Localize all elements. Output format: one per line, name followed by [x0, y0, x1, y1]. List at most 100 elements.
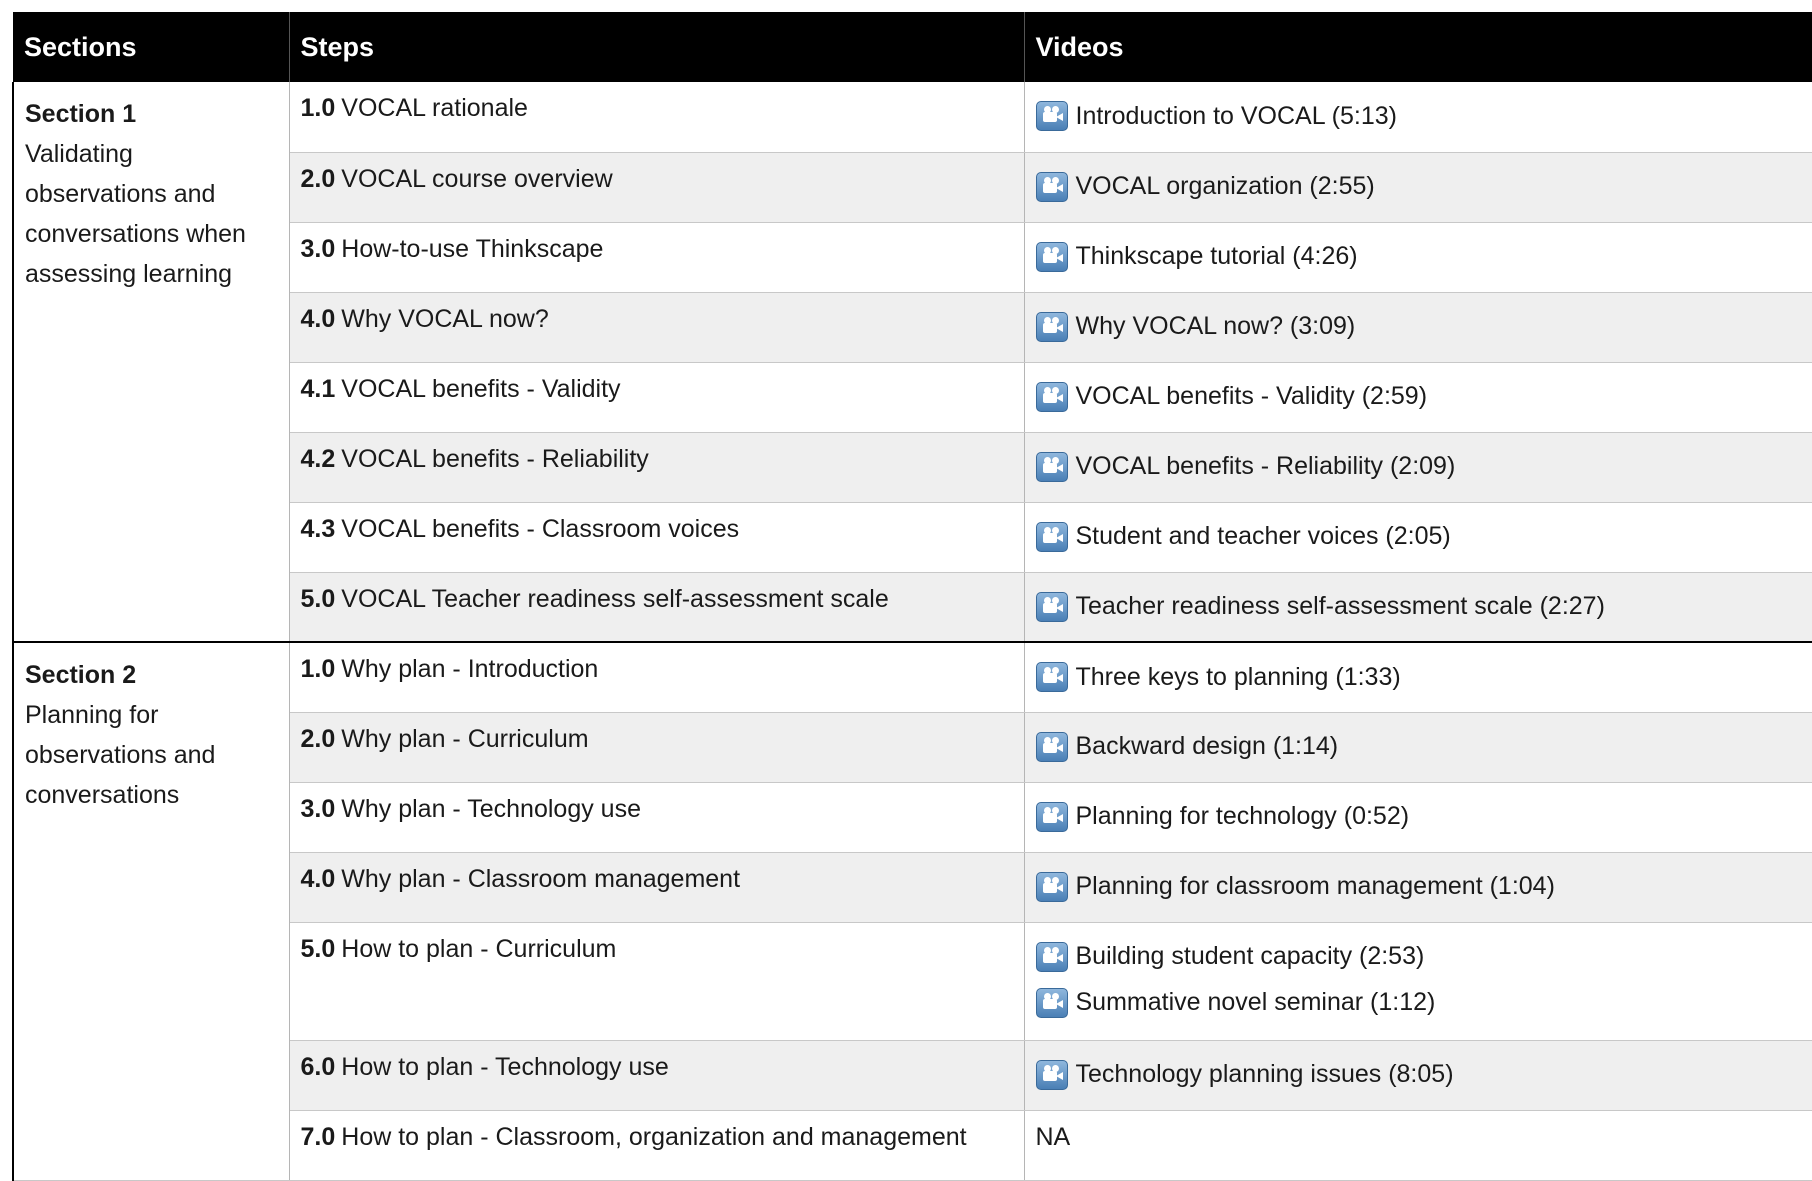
- step-cell: 4.0 Why VOCAL now?: [289, 292, 1025, 363]
- step-number: 4.0: [300, 864, 336, 893]
- video-title[interactable]: Introduction to VOCAL (5:13): [1076, 102, 1397, 131]
- step-label: How to plan - Technology use: [341, 1052, 669, 1081]
- table-row: Section 1 Validating observations and con…: [12, 82, 1812, 643]
- step-cell: 3.0 How-to-use Thinkscape: [289, 222, 1025, 293]
- step-label: Why VOCAL now?: [341, 304, 549, 333]
- video-link[interactable]: Backward design (1:14): [1035, 731, 1802, 763]
- step-label: VOCAL Teacher readiness self-assessment …: [341, 584, 889, 613]
- step-label: VOCAL rationale: [341, 94, 528, 122]
- video-camera-icon[interactable]: [1035, 521, 1068, 552]
- video-cell: VOCAL benefits - Reliability (2:09): [1024, 432, 1812, 503]
- video-camera-icon[interactable]: [1035, 171, 1068, 202]
- step-number: 7.0: [300, 1122, 336, 1151]
- video-title[interactable]: Planning for classroom management (1:04): [1076, 872, 1555, 901]
- video-cell: VOCAL organization (2:55): [1024, 152, 1812, 223]
- step-cell: 1.0 VOCAL rationale: [289, 82, 1025, 153]
- step-number: 1.0: [300, 94, 336, 122]
- video-cell: Three keys to planning (1:33): [1024, 641, 1812, 713]
- video-camera-icon[interactable]: [1035, 871, 1068, 902]
- video-camera-icon[interactable]: [1035, 451, 1068, 482]
- video-camera-icon[interactable]: [1035, 941, 1068, 972]
- step-number: 4.3: [300, 514, 336, 543]
- section-title: Section 1: [25, 100, 137, 128]
- curriculum-table: Sections Steps Videos Section 1 Validatin…: [12, 12, 1812, 1181]
- video-cell: NA: [1024, 1110, 1812, 1181]
- video-camera-icon[interactable]: [1035, 241, 1068, 272]
- video-camera-icon[interactable]: [1035, 731, 1068, 762]
- header-sections: Sections: [13, 12, 290, 82]
- step-number: 4.0: [300, 304, 336, 333]
- video-link[interactable]: Technology planning issues (8:05): [1035, 1059, 1802, 1091]
- no-video-label: NA: [1035, 1122, 1071, 1151]
- video-title[interactable]: Summative novel seminar (1:12): [1076, 988, 1436, 1017]
- step-cell: 5.0 How to plan - Curriculum: [289, 922, 1025, 1041]
- video-title[interactable]: VOCAL organization (2:55): [1076, 172, 1375, 201]
- video-camera-icon[interactable]: [1035, 987, 1068, 1018]
- video-link[interactable]: Planning for technology (0:52): [1035, 801, 1802, 833]
- step-cell: 4.3 VOCAL benefits - Classroom voices: [289, 502, 1025, 573]
- step-label: VOCAL benefits - Classroom voices: [341, 514, 740, 543]
- video-camera-icon[interactable]: [1035, 662, 1068, 692]
- video-title[interactable]: Thinkscape tutorial (4:26): [1076, 242, 1358, 271]
- video-title[interactable]: Student and teacher voices (2:05): [1076, 522, 1451, 551]
- video-title[interactable]: Technology planning issues (8:05): [1076, 1060, 1454, 1089]
- step-number: 3.0: [300, 794, 336, 823]
- section-cell: Section 2 Planning for observations and c…: [12, 641, 290, 1181]
- video-link[interactable]: Summative novel seminar (1:12): [1035, 987, 1802, 1019]
- video-link[interactable]: VOCAL benefits - Validity (2:59): [1035, 381, 1802, 413]
- step-number: 2.0: [300, 724, 336, 753]
- video-link[interactable]: VOCAL benefits - Reliability (2:09): [1035, 451, 1802, 483]
- step-number: 5.0: [300, 584, 336, 613]
- video-cell: Planning for technology (0:52): [1024, 782, 1812, 853]
- table-row: Section 2 Planning for observations and c…: [12, 641, 1812, 1181]
- step-number: 2.0: [300, 164, 336, 193]
- video-title[interactable]: VOCAL benefits - Reliability (2:09): [1076, 452, 1456, 481]
- video-cell: Planning for classroom management (1:04): [1024, 852, 1812, 923]
- video-link[interactable]: Building student capacity (2:53): [1035, 941, 1802, 973]
- video-cell: Student and teacher voices (2:05): [1024, 502, 1812, 573]
- step-label: VOCAL course overview: [341, 164, 613, 193]
- step-cell: 3.0 Why plan - Technology use: [289, 782, 1025, 853]
- section-title: Section 2: [25, 661, 137, 689]
- video-title[interactable]: VOCAL benefits - Validity (2:59): [1076, 382, 1428, 411]
- step-label: VOCAL benefits - Reliability: [341, 444, 649, 473]
- video-cell: Technology planning issues (8:05): [1024, 1040, 1812, 1111]
- video-cell: Building student capacity (2:53) Summativ…: [1024, 922, 1812, 1041]
- video-title[interactable]: Building student capacity (2:53): [1076, 942, 1425, 971]
- step-number: 1.0: [300, 655, 336, 683]
- video-camera-icon[interactable]: [1035, 1059, 1068, 1090]
- video-link[interactable]: Introduction to VOCAL (5:13): [1035, 100, 1802, 132]
- video-camera-icon[interactable]: [1035, 381, 1068, 412]
- video-cell: Teacher readiness self-assessment scale …: [1024, 572, 1812, 643]
- video-link[interactable]: Thinkscape tutorial (4:26): [1035, 241, 1802, 273]
- video-link[interactable]: Three keys to planning (1:33): [1035, 661, 1802, 693]
- video-link[interactable]: Why VOCAL now? (3:09): [1035, 311, 1802, 343]
- header-steps: Steps: [289, 12, 1025, 82]
- header-videos: Videos: [1024, 12, 1812, 82]
- video-link[interactable]: Student and teacher voices (2:05): [1035, 521, 1802, 553]
- video-title[interactable]: Why VOCAL now? (3:09): [1076, 312, 1356, 341]
- curriculum-table-container: Sections Steps Videos Section 1 Validatin…: [12, 12, 1812, 1181]
- video-cell: Why VOCAL now? (3:09): [1024, 292, 1812, 363]
- video-camera-icon[interactable]: [1035, 801, 1068, 832]
- video-camera-icon[interactable]: [1035, 101, 1068, 131]
- video-title[interactable]: Three keys to planning (1:33): [1076, 663, 1401, 692]
- section-subtitle: Planning for observations and conversati…: [25, 701, 216, 809]
- video-cell: Introduction to VOCAL (5:13): [1024, 82, 1812, 153]
- step-label: VOCAL benefits - Validity: [341, 374, 621, 403]
- step-number: 6.0: [300, 1052, 336, 1081]
- video-camera-icon[interactable]: [1035, 311, 1068, 342]
- video-title[interactable]: Planning for technology (0:52): [1076, 802, 1410, 831]
- video-title[interactable]: Teacher readiness self-assessment scale …: [1076, 592, 1605, 621]
- video-link[interactable]: Teacher readiness self-assessment scale …: [1035, 591, 1802, 623]
- video-cell: Thinkscape tutorial (4:26): [1024, 222, 1812, 293]
- step-number: 4.1: [300, 374, 336, 403]
- step-cell: 7.0 How to plan - Classroom, organization…: [289, 1110, 1025, 1181]
- step-cell: 2.0 Why plan - Curriculum: [289, 712, 1025, 783]
- step-cell: 4.2 VOCAL benefits - Reliability: [289, 432, 1025, 503]
- video-link[interactable]: VOCAL organization (2:55): [1035, 171, 1802, 203]
- video-title[interactable]: Backward design (1:14): [1076, 732, 1339, 761]
- video-link[interactable]: Planning for classroom management (1:04): [1035, 871, 1802, 903]
- video-camera-icon[interactable]: [1035, 591, 1068, 622]
- step-label: Why plan - Curriculum: [341, 724, 589, 753]
